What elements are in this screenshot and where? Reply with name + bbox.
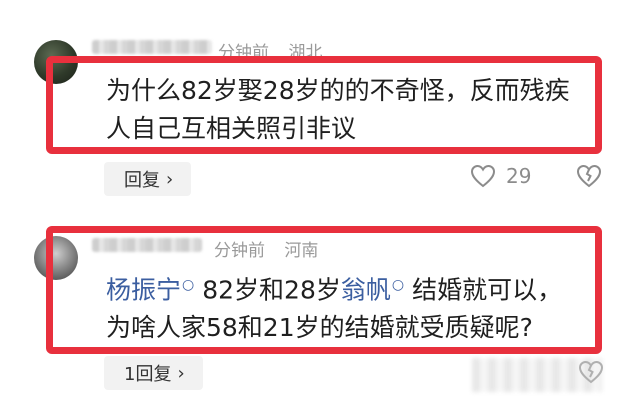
dislike-button[interactable]	[578, 360, 604, 388]
chevron-right-icon: ›	[166, 168, 174, 190]
broken-heart-icon	[576, 164, 602, 188]
search-icon: ○	[391, 277, 405, 293]
comment-item: 分钟前 河南 杨振宁○ 82岁和28岁翁帆○ 结婚就可以，为啥人家58和21岁的结婚…	[0, 206, 640, 410]
reply-label: 1回复	[124, 364, 172, 385]
reply-label: 回复	[124, 170, 160, 191]
search-icon: ○	[182, 277, 195, 293]
mention-link[interactable]: 杨振宁	[106, 275, 181, 304]
broken-heart-icon	[578, 360, 604, 384]
like-count: 29	[506, 164, 532, 188]
mention-link[interactable]: 翁帆	[341, 275, 391, 304]
comment-text-part: 82岁和28岁	[202, 275, 341, 305]
username-blurred	[92, 40, 212, 54]
dislike-button[interactable]	[576, 164, 602, 192]
heart-icon	[470, 164, 496, 188]
comment-text: 为什么82岁娶28岁的的不奇怪，反而残疾人自己互相关照引非议	[106, 76, 570, 143]
chevron-right-icon: ›	[177, 362, 185, 384]
comment-text: 杨振宁○ 82岁和28岁翁帆○ 结婚就可以，为啥人家58和21岁的结婚就受质疑呢?	[106, 266, 586, 347]
reply-button[interactable]: 1回复 ›	[104, 356, 203, 390]
reply-button[interactable]: 回复 ›	[104, 162, 192, 196]
comment-item: 分钟前 湖北 为什么82岁娶28岁的的不奇怪，反而残疾人自己互相关照引非议 回复…	[0, 0, 640, 206]
like-button[interactable]: 29	[470, 164, 531, 188]
